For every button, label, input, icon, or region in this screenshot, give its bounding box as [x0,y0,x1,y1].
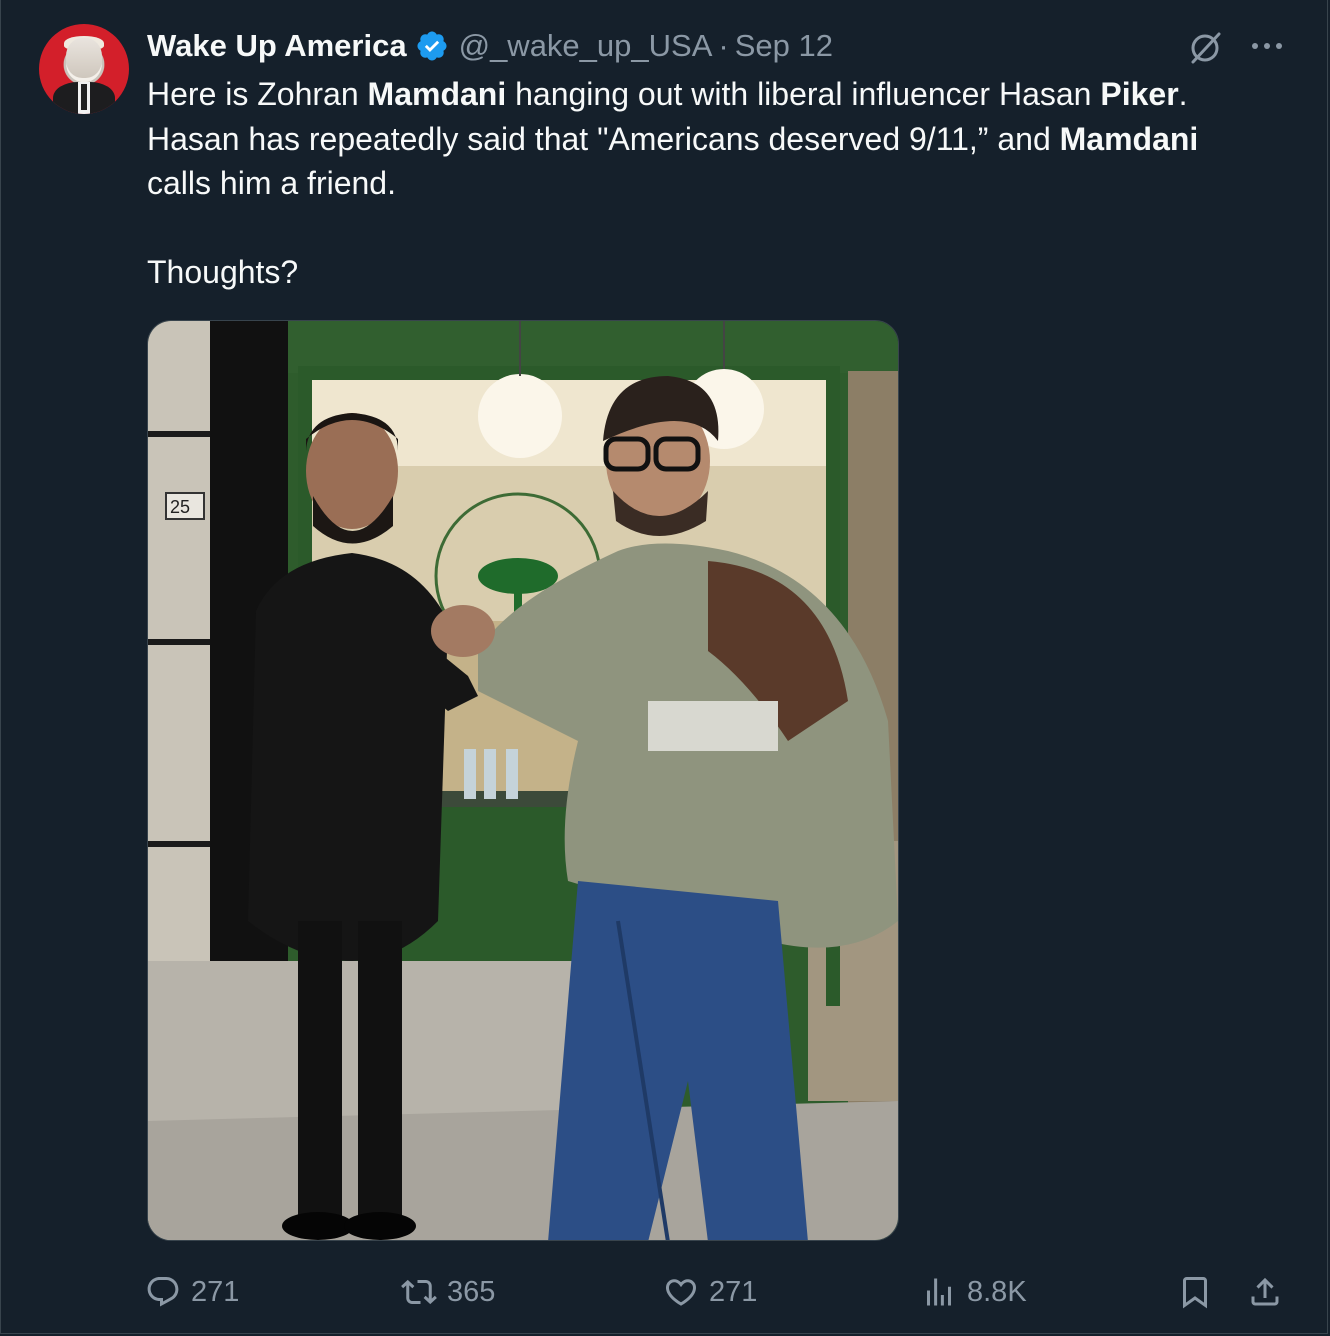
bold-name-mamdani: Mamdani [1059,120,1199,157]
tweet-header: Wake Up America @_wake_up_USA · Sep 12 [147,26,833,66]
bold-name-mamdani: Mamdani [367,76,507,112]
tweet-container[interactable]: Wake Up America @_wake_up_USA · Sep 12 H… [0,0,1328,1334]
tweet-text: Here is Zohran Mamdani hanging out with … [147,72,1287,294]
reply-icon [147,1277,179,1307]
action-bar: 271 365 271 8.8K [1,1268,1330,1316]
repost-count: 365 [447,1275,496,1308]
views-icon [927,1278,951,1306]
tweet-line-3: calls him a friend. [147,165,396,201]
reply-count: 271 [191,1275,240,1308]
views-button[interactable]: 8.8K [921,1268,1027,1316]
tweet-date[interactable]: Sep 12 [735,28,833,64]
more-icon[interactable] [1247,30,1287,62]
tweet-line-2: Hasan has repeatedly said that "American… [147,117,1287,162]
text-segment: . [1178,76,1188,112]
like-button[interactable]: 271 [663,1268,757,1316]
bookmark-button[interactable] [1177,1268,1213,1316]
bold-name-piker: Piker [1100,76,1179,112]
text-segment: Here is Zohran [147,76,368,112]
address-sign: 25 [170,497,190,517]
share-icon [1251,1277,1279,1306]
bookmark-icon [1183,1277,1207,1309]
text-segment: Hasan has repeatedly said that "American… [147,120,1060,157]
avatar-tie [81,84,87,110]
like-count: 271 [709,1275,758,1308]
like-icon [665,1279,697,1306]
avatar[interactable] [39,24,129,114]
view-count: 8.8K [967,1275,1027,1308]
tweet-line-1: Here is Zohran Mamdani hanging out with … [147,72,1287,117]
repost-button[interactable]: 365 [401,1268,495,1316]
reply-button[interactable]: 271 [145,1268,239,1316]
text-segment: hanging out with liberal influencer Hasa… [506,76,1101,112]
photo-scene: 25 [148,321,898,1240]
author-handle[interactable]: @_wake_up_USA [459,28,713,64]
grok-icon[interactable] [1185,28,1225,68]
author-name[interactable]: Wake Up America [147,28,407,64]
separator-dot: · [718,28,729,63]
repost-icon [401,1279,437,1305]
verified-badge-icon[interactable] [415,29,449,63]
tweet-line-4: Thoughts? [147,253,299,290]
share-button[interactable] [1247,1268,1283,1316]
tweet-photo[interactable]: 25 [147,320,899,1241]
avatar-face [66,38,102,78]
